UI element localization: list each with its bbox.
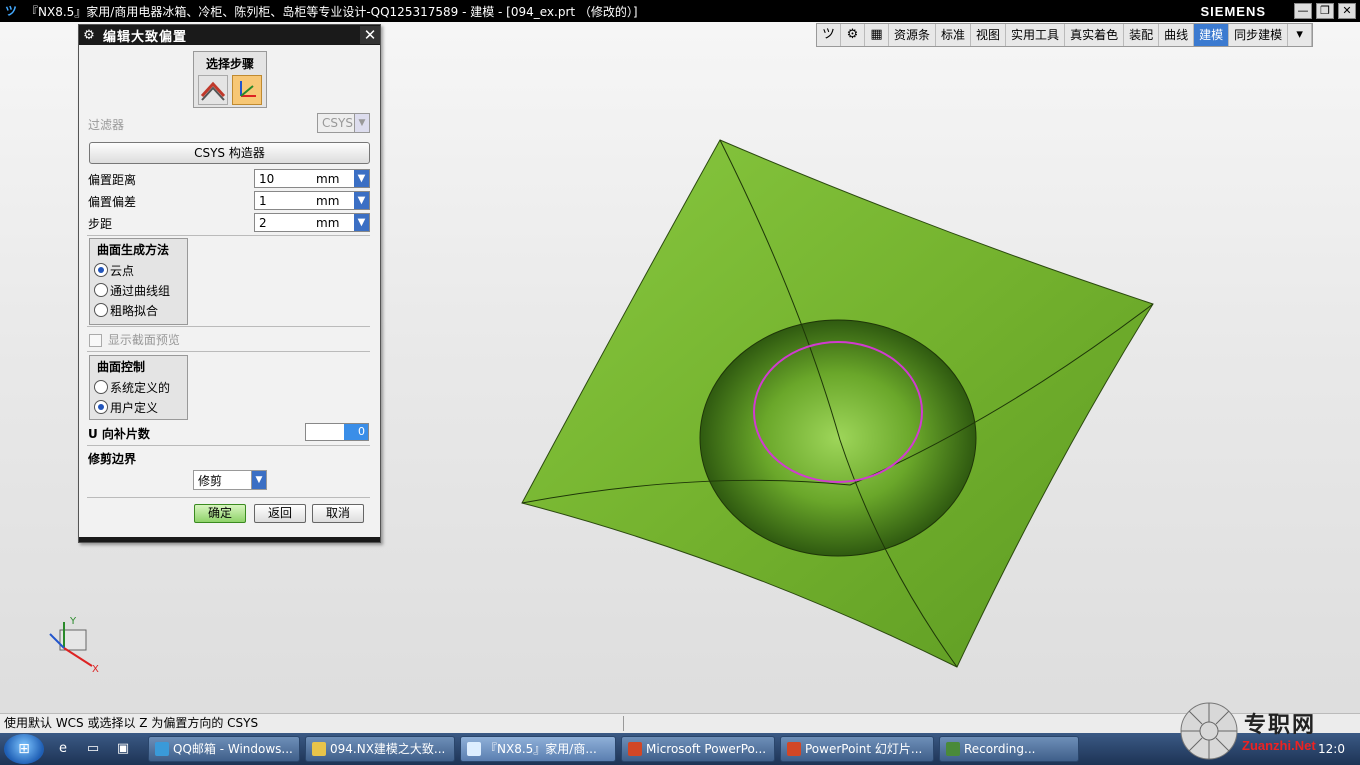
radio-icon[interactable] bbox=[94, 283, 108, 297]
offset-distance-input[interactable]: 10 mm ▼ bbox=[254, 169, 370, 188]
radio-user-defined[interactable]: 用户定义 bbox=[90, 397, 187, 417]
surface-control-group: 曲面控制 系统定义的 用户定义 bbox=[89, 355, 188, 420]
show-desktop-icon[interactable]: ▭ bbox=[82, 738, 104, 760]
step-distance-input[interactable]: 2 mm ▼ bbox=[254, 213, 370, 232]
folder-icon bbox=[312, 742, 326, 756]
offset-distance-label: 偏置距离 bbox=[88, 173, 137, 187]
trim-boundary-label: 修剪边界 bbox=[88, 452, 137, 466]
step-distance-label: 步距 bbox=[88, 217, 113, 231]
tab-modeling[interactable]: 建模 bbox=[1194, 24, 1230, 46]
dialog-title: 编辑大致偏置 bbox=[103, 29, 188, 45]
filter-select[interactable]: CSYS ▼ bbox=[317, 113, 370, 133]
status-bar: 使用默认 WCS 或选择以 Z 为偏置方向的 CSYS bbox=[0, 713, 1360, 733]
nx-app-icon[interactable]: ツ bbox=[2, 2, 20, 20]
offset-faces-step-icon[interactable] bbox=[198, 75, 228, 105]
task-powerpoint[interactable]: Microsoft PowerPo... bbox=[621, 736, 775, 762]
chevron-down-icon: ▼ bbox=[354, 114, 369, 132]
radio-rough-fit[interactable]: 粗略拟合 bbox=[90, 300, 187, 320]
radio-selected-icon[interactable] bbox=[94, 400, 108, 414]
ie-icon[interactable]: e bbox=[52, 738, 74, 760]
window-title: 『NX8.5』家用/商用电器冰箱、冷柜、陈列柜、岛柜等专业设计-QQ125317… bbox=[26, 4, 638, 19]
csys-constructor-button[interactable]: CSYS 构造器 bbox=[89, 142, 370, 164]
arrow-down-icon[interactable]: ▼ bbox=[354, 192, 369, 209]
status-prompt: 使用默认 WCS 或选择以 Z 为偏置方向的 CSYS bbox=[4, 716, 259, 730]
cancel-button[interactable]: 取消 bbox=[312, 504, 364, 523]
minimize-button[interactable]: — bbox=[1294, 3, 1312, 19]
tab-utilities[interactable]: 实用工具 bbox=[1006, 24, 1066, 46]
gear-icon[interactable]: ⚙ bbox=[841, 24, 865, 46]
ok-button[interactable]: 确定 bbox=[194, 504, 246, 523]
offset-surface-model[interactable] bbox=[521, 139, 1154, 668]
dialog-title-bar: ⚙ 编辑大致偏置 ✕ bbox=[79, 25, 380, 45]
dialog-close-button[interactable]: ✕ bbox=[360, 26, 380, 44]
radio-system-defined[interactable]: 系统定义的 bbox=[90, 377, 187, 397]
u-patches-value: 0 bbox=[344, 424, 368, 440]
divider bbox=[87, 326, 370, 327]
divider bbox=[87, 235, 370, 236]
back-button[interactable]: 返回 bbox=[254, 504, 306, 523]
selection-steps-group: 选择步骤 bbox=[193, 51, 267, 108]
start-button[interactable]: ⊞ bbox=[4, 734, 44, 764]
restore-button[interactable]: ❐ bbox=[1316, 3, 1334, 19]
toolbar-tabs: ツ ⚙ ▦ 资源条 标准 视图 实用工具 真实着色 装配 曲线 建模 同步建模 … bbox=[816, 23, 1314, 47]
surface-method-title: 曲面生成方法 bbox=[97, 243, 170, 257]
taskbar-clock: 12:0 bbox=[1318, 742, 1345, 756]
slideshow-icon bbox=[787, 742, 801, 756]
tab-standard[interactable]: 标准 bbox=[936, 24, 972, 46]
radio-selected-icon[interactable] bbox=[94, 263, 108, 277]
tab-true-shading[interactable]: 真实着色 bbox=[1065, 24, 1125, 46]
chevron-down-icon: ▼ bbox=[251, 471, 266, 489]
siemens-logo: SIEMENS bbox=[1200, 3, 1266, 19]
computer-icon[interactable]: ▣ bbox=[112, 738, 134, 760]
close-window-button[interactable]: ✕ bbox=[1338, 3, 1356, 19]
axis-y-label: Y bbox=[69, 616, 77, 627]
windows-taskbar: ⊞ e ▭ ▣ QQ邮箱 - Windows... 094.NX建模之大致...… bbox=[0, 733, 1360, 765]
divider bbox=[87, 445, 370, 446]
toolbar-menu-icon[interactable]: ▾ bbox=[1288, 24, 1313, 46]
task-folder[interactable]: 094.NX建模之大致... bbox=[305, 736, 455, 762]
title-bar: ツ 『NX8.5』家用/商用电器冰箱、冷柜、陈列柜、岛柜等专业设计-QQ1253… bbox=[0, 0, 1360, 22]
divider bbox=[87, 351, 370, 352]
surface-control-title: 曲面控制 bbox=[97, 360, 146, 374]
watermark-text: 专职网 bbox=[1244, 712, 1317, 738]
task-nx[interactable]: 『NX8.5』家用/商... bbox=[460, 736, 616, 762]
tab-view[interactable]: 视图 bbox=[971, 24, 1007, 46]
rough-offset-dialog: ⚙ 编辑大致偏置 ✕ 选择步骤 过滤器 CSYS ▼ CSYS 构造器 偏置距离… bbox=[78, 24, 381, 543]
csys-step-icon[interactable] bbox=[232, 75, 262, 105]
task-qq-mail[interactable]: QQ邮箱 - Windows... bbox=[148, 736, 300, 762]
tab-resource-bar[interactable]: 资源条 bbox=[889, 24, 937, 46]
checkbox-icon[interactable] bbox=[89, 334, 102, 347]
u-patches-slider[interactable]: 0 bbox=[305, 423, 369, 441]
offset-deviation-input[interactable]: 1 mm ▼ bbox=[254, 191, 370, 210]
nx-logo-icon[interactable]: ツ bbox=[817, 24, 841, 46]
radio-icon[interactable] bbox=[94, 303, 108, 317]
powerpoint-icon bbox=[628, 742, 642, 756]
nx-icon bbox=[467, 742, 481, 756]
dialog-gear-icon[interactable]: ⚙ bbox=[79, 28, 99, 43]
show-section-preview-checkbox[interactable]: 显示截面预览 bbox=[89, 331, 180, 348]
grid-icon[interactable]: ▦ bbox=[865, 24, 889, 46]
watermark-url: Zuanzhi.Net bbox=[1242, 738, 1316, 753]
arrow-down-icon[interactable]: ▼ bbox=[354, 170, 369, 187]
offset-deviation-label: 偏置偏差 bbox=[88, 195, 137, 209]
task-powerpoint-slideshow[interactable]: PowerPoint 幻灯片... bbox=[780, 736, 934, 762]
qq-icon bbox=[155, 742, 169, 756]
radio-through-curves[interactable]: 通过曲线组 bbox=[90, 280, 187, 300]
tab-assemblies[interactable]: 装配 bbox=[1124, 24, 1160, 46]
filter-label: 过滤器 bbox=[88, 118, 125, 132]
u-patches-label: U 向补片数 bbox=[88, 427, 150, 441]
tab-sync-modeling[interactable]: 同步建模 bbox=[1229, 24, 1289, 46]
trim-boundary-select[interactable]: 修剪 ▼ bbox=[193, 470, 267, 490]
tab-curve[interactable]: 曲线 bbox=[1159, 24, 1195, 46]
task-recording[interactable]: Recording... bbox=[939, 736, 1079, 762]
selection-steps-label: 选择步骤 bbox=[205, 57, 254, 71]
recording-icon bbox=[946, 742, 960, 756]
wcs-triad: Y X bbox=[49, 616, 99, 675]
arrow-down-icon[interactable]: ▼ bbox=[354, 214, 369, 231]
axis-x-label: X bbox=[92, 664, 99, 675]
surface-method-group: 曲面生成方法 云点 通过曲线组 粗略拟合 bbox=[89, 238, 188, 325]
divider bbox=[87, 497, 370, 498]
radio-icon[interactable] bbox=[94, 380, 108, 394]
radio-cloud-point[interactable]: 云点 bbox=[90, 260, 187, 280]
